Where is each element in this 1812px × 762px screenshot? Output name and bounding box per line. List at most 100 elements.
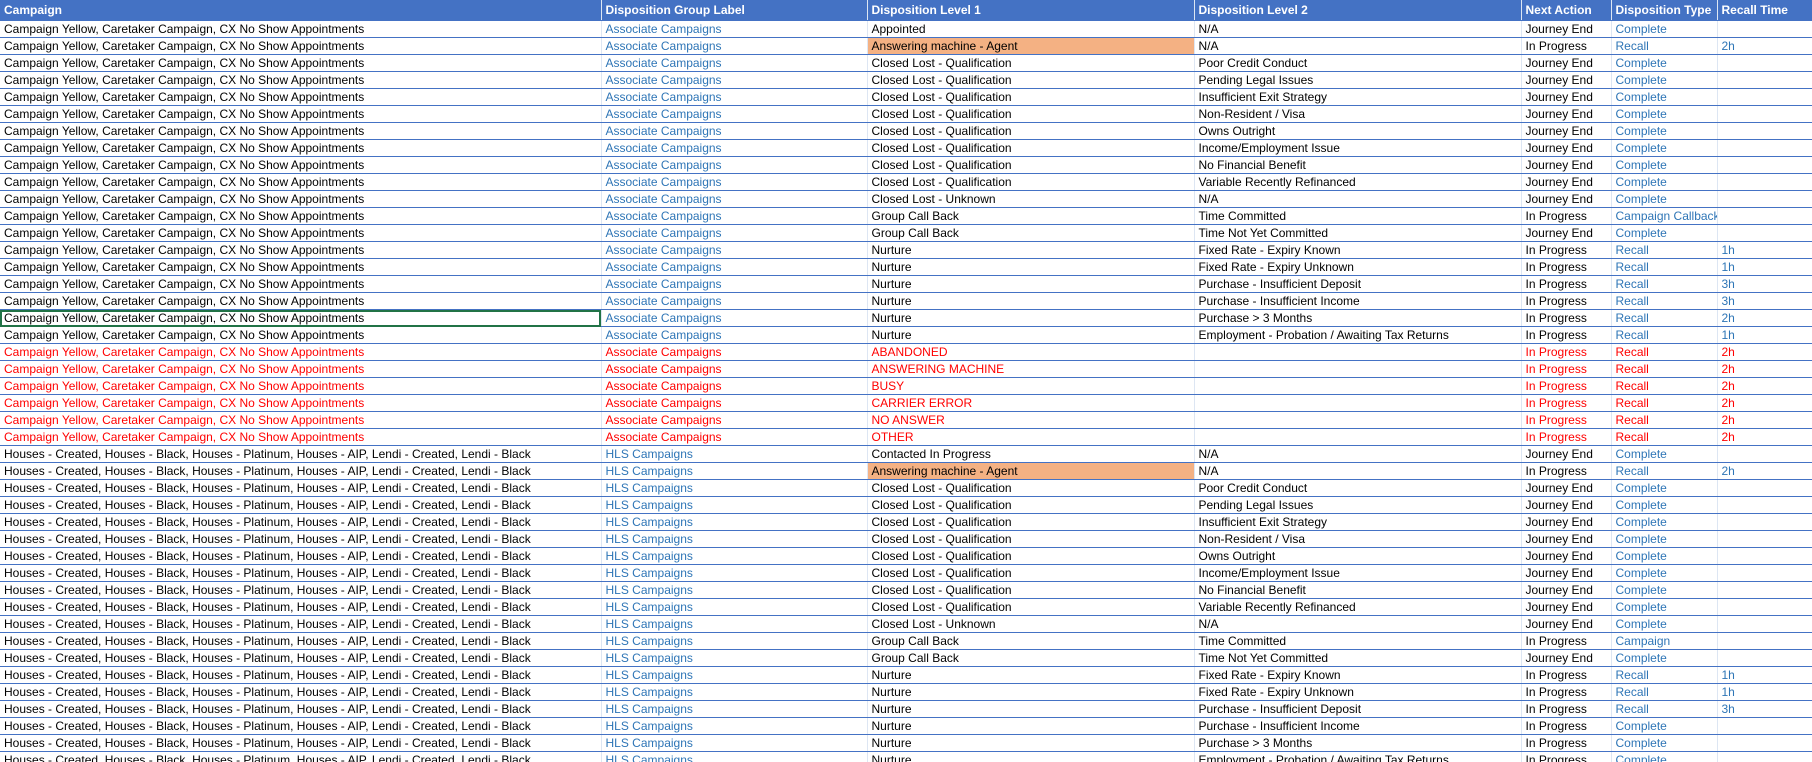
header-next-action[interactable]: Next Action — [1520, 0, 1611, 21]
level-2-cell[interactable]: Time Not Yet Committed — [1193, 224, 1521, 242]
next-action-cell[interactable]: In Progress — [1520, 326, 1611, 344]
level-2-cell[interactable]: Non-Resident / Visa — [1193, 105, 1521, 123]
disposition-type-cell[interactable]: Recall — [1610, 377, 1717, 395]
next-action-cell[interactable]: In Progress — [1520, 666, 1611, 684]
disposition-type-cell[interactable]: Recall — [1610, 666, 1717, 684]
recall-time-cell[interactable] — [1716, 445, 1812, 463]
campaign-cell[interactable]: Campaign Yellow, Caretaker Campaign, CX … — [0, 71, 601, 89]
group-label-cell[interactable]: HLS Campaigns — [600, 581, 867, 599]
campaign-cell[interactable]: Houses - Created, Houses - Black, Houses… — [0, 547, 601, 565]
level-1-cell[interactable]: Closed Lost - Qualification — [866, 479, 1194, 497]
level-1-cell[interactable]: Closed Lost - Qualification — [866, 139, 1194, 157]
group-label-cell[interactable]: HLS Campaigns — [600, 632, 867, 650]
level-1-cell[interactable]: Nurture — [866, 751, 1194, 762]
next-action-cell[interactable]: Journey End — [1520, 615, 1611, 633]
next-action-cell[interactable]: Journey End — [1520, 479, 1611, 497]
level-2-cell[interactable]: Purchase > 3 Months — [1193, 309, 1521, 327]
next-action-cell[interactable]: Journey End — [1520, 88, 1611, 106]
campaign-cell[interactable]: Houses - Created, Houses - Black, Houses… — [0, 462, 601, 480]
level-2-cell[interactable]: Time Committed — [1193, 207, 1521, 225]
next-action-cell[interactable]: Journey End — [1520, 547, 1611, 565]
group-label-cell[interactable]: Associate Campaigns — [600, 258, 867, 276]
group-label-cell[interactable]: Associate Campaigns — [600, 88, 867, 106]
disposition-type-cell[interactable]: Complete — [1610, 190, 1717, 208]
recall-time-cell[interactable] — [1716, 88, 1812, 106]
level-2-cell[interactable]: Fixed Rate - Expiry Unknown — [1193, 258, 1521, 276]
level-2-cell[interactable] — [1193, 428, 1521, 446]
campaign-cell[interactable]: Houses - Created, Houses - Black, Houses… — [0, 700, 601, 718]
campaign-cell[interactable]: Campaign Yellow, Caretaker Campaign, CX … — [0, 411, 601, 429]
next-action-cell[interactable]: In Progress — [1520, 700, 1611, 718]
next-action-cell[interactable]: In Progress — [1520, 292, 1611, 310]
level-2-cell[interactable]: Employment - Probation / Awaiting Tax Re… — [1193, 326, 1521, 344]
recall-time-cell[interactable] — [1716, 139, 1812, 157]
level-2-cell[interactable]: Purchase - Insufficient Income — [1193, 717, 1521, 735]
next-action-cell[interactable]: Journey End — [1520, 139, 1611, 157]
disposition-type-cell[interactable]: Complete — [1610, 564, 1717, 582]
group-label-cell[interactable]: Associate Campaigns — [600, 156, 867, 174]
recall-time-cell[interactable] — [1716, 207, 1812, 225]
group-label-cell[interactable]: HLS Campaigns — [600, 615, 867, 633]
next-action-cell[interactable]: Journey End — [1520, 649, 1611, 667]
level-1-cell[interactable]: Nurture — [866, 258, 1194, 276]
recall-time-cell[interactable] — [1716, 564, 1812, 582]
campaign-cell[interactable]: Campaign Yellow, Caretaker Campaign, CX … — [0, 241, 601, 259]
next-action-cell[interactable]: In Progress — [1520, 411, 1611, 429]
campaign-cell[interactable]: Campaign Yellow, Caretaker Campaign, CX … — [0, 292, 601, 310]
next-action-cell[interactable]: In Progress — [1520, 275, 1611, 293]
next-action-cell[interactable]: In Progress — [1520, 343, 1611, 361]
level-1-cell[interactable]: Nurture — [866, 683, 1194, 701]
level-2-cell[interactable]: Variable Recently Refinanced — [1193, 173, 1521, 191]
recall-time-cell[interactable] — [1716, 105, 1812, 123]
group-label-cell[interactable]: HLS Campaigns — [600, 462, 867, 480]
level-1-cell[interactable]: Closed Lost - Qualification — [866, 598, 1194, 616]
group-label-cell[interactable]: Associate Campaigns — [600, 394, 867, 412]
next-action-cell[interactable]: In Progress — [1520, 241, 1611, 259]
campaign-cell[interactable]: Campaign Yellow, Caretaker Campaign, CX … — [0, 377, 601, 395]
campaign-cell[interactable]: Houses - Created, Houses - Black, Houses… — [0, 615, 601, 633]
level-1-cell[interactable]: Appointed — [866, 20, 1194, 38]
recall-time-cell[interactable]: 2h — [1716, 428, 1812, 446]
header-disposition-type[interactable]: Disposition Type — [1610, 0, 1717, 21]
recall-time-cell[interactable] — [1716, 598, 1812, 616]
recall-time-cell[interactable] — [1716, 71, 1812, 89]
group-label-cell[interactable]: Associate Campaigns — [600, 326, 867, 344]
level-2-cell[interactable] — [1193, 343, 1521, 361]
level-1-cell[interactable]: Nurture — [866, 241, 1194, 259]
group-label-cell[interactable]: HLS Campaigns — [600, 717, 867, 735]
recall-time-cell[interactable]: 2h — [1716, 343, 1812, 361]
level-2-cell[interactable]: Purchase > 3 Months — [1193, 734, 1521, 752]
level-1-cell[interactable]: Nurture — [866, 666, 1194, 684]
campaign-cell[interactable]: Houses - Created, Houses - Black, Houses… — [0, 734, 601, 752]
campaign-cell[interactable]: Campaign Yellow, Caretaker Campaign, CX … — [0, 190, 601, 208]
next-action-cell[interactable]: Journey End — [1520, 190, 1611, 208]
recall-time-cell[interactable] — [1716, 649, 1812, 667]
recall-time-cell[interactable] — [1716, 54, 1812, 72]
campaign-cell[interactable]: Houses - Created, Houses - Black, Houses… — [0, 666, 601, 684]
disposition-type-cell[interactable]: Complete — [1610, 71, 1717, 89]
level-1-cell[interactable]: Nurture — [866, 292, 1194, 310]
level-1-cell[interactable]: Closed Lost - Qualification — [866, 173, 1194, 191]
disposition-type-cell[interactable]: Recall — [1610, 428, 1717, 446]
campaign-cell[interactable]: Campaign Yellow, Caretaker Campaign, CX … — [0, 173, 601, 191]
level-2-cell[interactable]: No Financial Benefit — [1193, 156, 1521, 174]
level-2-cell[interactable]: Fixed Rate - Expiry Unknown — [1193, 683, 1521, 701]
campaign-cell[interactable]: Houses - Created, Houses - Black, Houses… — [0, 717, 601, 735]
campaign-cell[interactable]: Campaign Yellow, Caretaker Campaign, CX … — [0, 20, 601, 38]
disposition-type-cell[interactable]: Complete — [1610, 105, 1717, 123]
campaign-cell[interactable]: Campaign Yellow, Caretaker Campaign, CX … — [0, 156, 601, 174]
level-1-cell[interactable]: Contacted In Progress — [866, 445, 1194, 463]
disposition-type-cell[interactable]: Recall — [1610, 700, 1717, 718]
next-action-cell[interactable]: In Progress — [1520, 734, 1611, 752]
disposition-type-cell[interactable]: Complete — [1610, 734, 1717, 752]
group-label-cell[interactable]: Associate Campaigns — [600, 377, 867, 395]
campaign-cell[interactable]: Houses - Created, Houses - Black, Houses… — [0, 751, 601, 762]
group-label-cell[interactable]: Associate Campaigns — [600, 309, 867, 327]
recall-time-cell[interactable] — [1716, 717, 1812, 735]
level-2-cell[interactable]: Owns Outright — [1193, 122, 1521, 140]
next-action-cell[interactable]: In Progress — [1520, 360, 1611, 378]
campaign-cell[interactable]: Houses - Created, Houses - Black, Houses… — [0, 598, 601, 616]
campaign-cell[interactable]: Campaign Yellow, Caretaker Campaign, CX … — [0, 309, 601, 327]
group-label-cell[interactable]: Associate Campaigns — [600, 173, 867, 191]
level-1-cell[interactable]: Closed Lost - Unknown — [866, 615, 1194, 633]
